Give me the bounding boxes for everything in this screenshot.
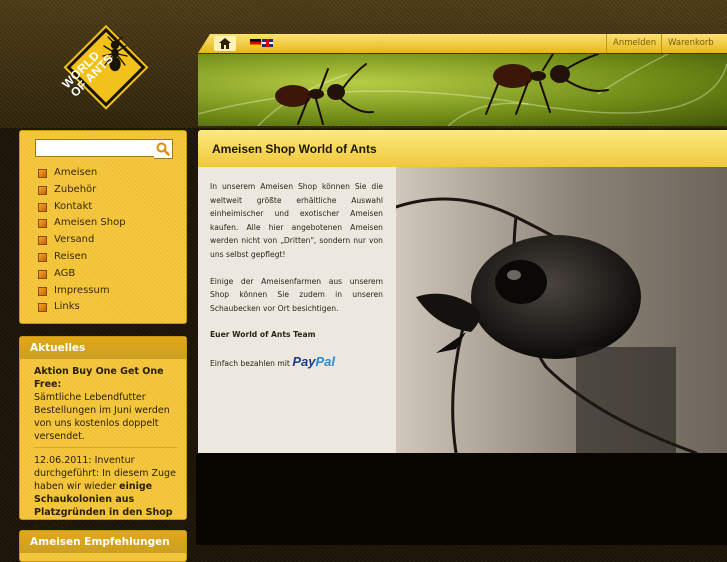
bullet-icon xyxy=(38,303,47,313)
sidebar-item-label: Ameisen Shop xyxy=(54,217,126,229)
intro-paragraph: In unserem Ameisen Shop können Sie die w… xyxy=(210,182,383,259)
cart-link[interactable]: Warenkorb (0 xyxy=(661,34,727,53)
sidebar-item-links[interactable]: Links xyxy=(38,299,126,316)
bullet-icon xyxy=(38,269,47,279)
bullet-icon xyxy=(38,236,47,246)
showroom-paragraph: Einige der Ameisenfarmen aus unserem Sho… xyxy=(210,276,383,313)
sidebar-item-label: Impressum xyxy=(54,284,110,296)
paypal-logo-part2: Pal xyxy=(315,353,335,369)
sidebar-item-zubehoer[interactable]: Zubehör xyxy=(38,182,126,199)
sidebar-item-label: Kontakt xyxy=(54,200,93,212)
search-button[interactable] xyxy=(154,139,173,159)
content-header: Ameisen Shop World of Ants xyxy=(198,130,727,167)
content-text: In unserem Ameisen Shop können Sie die w… xyxy=(210,180,383,371)
news-title: Aktuelles xyxy=(20,337,186,359)
en-flag-icon[interactable] xyxy=(262,39,273,47)
sidebar-item-label: Zubehör xyxy=(54,183,97,195)
ant-photo xyxy=(396,167,727,453)
signature: Euer World of Ants Team xyxy=(210,330,316,340)
logo[interactable]: WORLD OF ANTS xyxy=(59,27,146,107)
home-icon xyxy=(219,38,231,49)
banner-image xyxy=(198,54,727,126)
top-navigation: Anmelden Warenkorb (0 xyxy=(198,34,727,53)
paypal-logo[interactable]: PayPal xyxy=(292,354,335,369)
search-input[interactable] xyxy=(35,139,159,157)
news-body: Aktion Buy One Get One Free: Sämtliche L… xyxy=(34,365,178,532)
sidebar-item-impressum[interactable]: Impressum xyxy=(38,283,126,300)
sidebar-item-reisen[interactable]: Reisen xyxy=(38,249,126,266)
sidebar-item-ameisen[interactable]: Ameisen xyxy=(38,165,126,182)
recommendations-title: Ameisen Empfehlungen xyxy=(20,531,186,553)
news-item: 12.06.2011: Inventur durchgeführt: In di… xyxy=(34,454,178,532)
ant-closeup-image xyxy=(396,197,698,453)
sidebar-menu: Ameisen Zubehör Kontakt Ameisen Shop Ver… xyxy=(38,165,126,316)
bullet-icon xyxy=(38,202,47,212)
sidebar-menu-box: Ameisen Zubehör Kontakt Ameisen Shop Ver… xyxy=(19,130,187,324)
bullet-icon xyxy=(38,252,47,262)
de-flag-icon[interactable] xyxy=(250,39,261,47)
sidebar-item-label: AGB xyxy=(54,267,76,279)
footer-dark-area xyxy=(196,453,727,545)
search-icon xyxy=(156,142,170,156)
news-text: Sämtliche Lebendfutter Bestellungen im J… xyxy=(34,392,170,442)
news-box: Aktuelles Aktion Buy One Get One Free: S… xyxy=(19,336,187,531)
content-text-column: In unserem Ameisen Shop können Sie die w… xyxy=(198,167,396,453)
pay-text: Einfach bezahlen mit xyxy=(210,358,290,368)
sidebar-item-ameisen-shop[interactable]: Ameisen Shop xyxy=(38,215,126,232)
recommendations-box: Ameisen Empfehlungen xyxy=(19,530,187,562)
news-item: Aktion Buy One Get One Free: Sämtliche L… xyxy=(34,365,178,448)
sidebar-item-label: Versand xyxy=(54,234,95,246)
ants-on-leaf-image xyxy=(198,54,727,126)
sidebar-item-kontakt[interactable]: Kontakt xyxy=(38,199,126,216)
news-text: 12.06.2011: Inventur durchgeführt: In di… xyxy=(34,455,176,492)
sidebar-item-label: Ameisen xyxy=(54,167,98,178)
home-button[interactable] xyxy=(214,36,236,51)
paypal-row: Einfach bezahlen mit PayPal xyxy=(210,355,383,371)
login-link[interactable]: Anmelden xyxy=(606,34,662,53)
paypal-logo-part1: Pay xyxy=(292,353,316,369)
sidebar-item-label: Reisen xyxy=(54,250,88,262)
page-title: Ameisen Shop World of Ants xyxy=(212,142,377,156)
bullet-icon xyxy=(38,169,47,178)
sidebar-item-versand[interactable]: Versand xyxy=(38,232,126,249)
news-headline[interactable]: Aktion Buy One Get One Free: xyxy=(34,365,178,391)
sidebar-item-agb[interactable]: AGB xyxy=(38,266,126,283)
content-body: In unserem Ameisen Shop können Sie die w… xyxy=(198,167,727,453)
bullet-icon xyxy=(38,185,47,195)
bullet-icon xyxy=(38,286,47,296)
bullet-icon xyxy=(38,219,47,229)
sidebar-item-label: Links xyxy=(54,301,80,313)
